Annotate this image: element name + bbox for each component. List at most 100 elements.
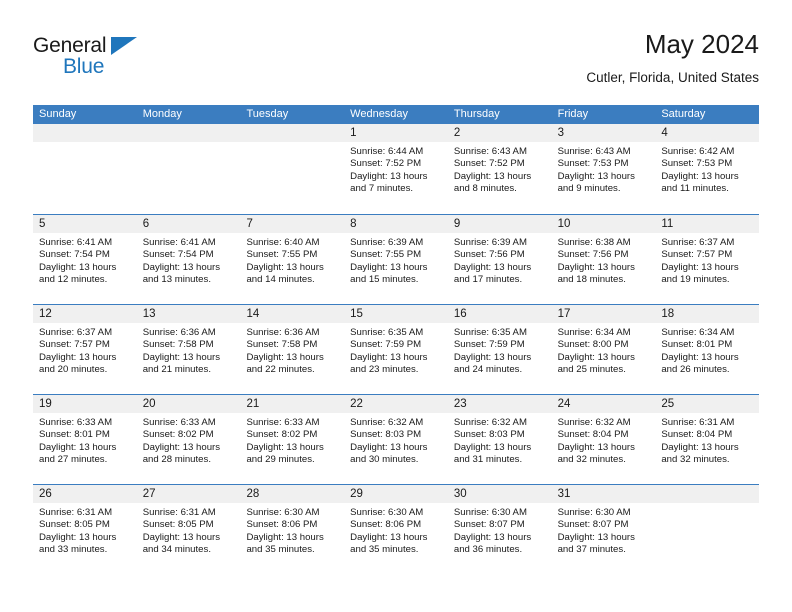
sunrise-text: Sunrise: 6:37 AM	[39, 327, 113, 338]
day-details: Sunrise: 6:40 AM Sunset: 7:55 PM Daylight:…	[240, 233, 344, 287]
calendar-day-cell[interactable]: 14 Sunrise: 6:36 AM Sunset: 7:58 PM Dayligh…	[240, 305, 345, 394]
calendar-day-cell[interactable]: 21 Sunrise: 6:33 AM Sunset: 8:02 PM Dayligh…	[240, 395, 345, 484]
calendar-day-cell[interactable]: 18 Sunrise: 6:34 AM Sunset: 8:01 PM Dayligh…	[655, 305, 760, 394]
daylight-text: Daylight: 13 hours and 28 minutes.	[142, 441, 221, 466]
calendar-day-cell[interactable]: 9 Sunrise: 6:39 AM Sunset: 7:56 PM Daylight…	[447, 215, 552, 304]
calendar-day-cell[interactable]: 27 Sunrise: 6:31 AM Sunset: 8:05 PM Dayligh…	[136, 485, 241, 574]
daylight-text: Daylight: 13 hours and 32 minutes.	[661, 441, 739, 466]
calendar-day-cell[interactable]: 29 Sunrise: 6:30 AM Sunset: 8:06 PM Dayligh…	[344, 485, 448, 574]
day-number: 18	[655, 305, 760, 323]
day-details: Sunrise: 6:31 AM Sunset: 8:05 PM Daylight:…	[137, 503, 241, 557]
sunset-text: Sunset: 7:52 PM	[350, 158, 422, 170]
daylight-text: Daylight: 13 hours and 8 minutes.	[453, 170, 532, 195]
sunset-text: Sunset: 8:03 PM	[350, 429, 422, 441]
sunset-text: Sunset: 8:01 PM	[39, 429, 110, 441]
sunrise-text: Sunrise: 6:32 AM	[453, 417, 527, 428]
day-number: 21	[240, 395, 345, 413]
calendar-day-cell[interactable]: 23 Sunrise: 6:32 AM Sunset: 8:03 PM Dayligh…	[447, 395, 552, 484]
sunset-text: Sunset: 8:02 PM	[246, 429, 318, 441]
day-details: Sunrise: 6:38 AM Sunset: 7:56 PM Daylight:…	[552, 233, 656, 287]
calendar-day-cell[interactable]: 24 Sunrise: 6:32 AM Sunset: 8:04 PM Dayligh…	[551, 395, 656, 484]
calendar-day-cell[interactable]: 28 Sunrise: 6:30 AM Sunset: 8:06 PM Dayligh…	[240, 485, 345, 574]
calendar-day-cell-empty	[240, 124, 345, 214]
day-number: 4	[655, 124, 760, 142]
day-number: 15	[344, 305, 448, 323]
daylight-text: Daylight: 13 hours and 7 minutes.	[350, 170, 428, 195]
calendar-weeks: 1 Sunrise: 6:44 AM Sunset: 7:52 PM Daylight…	[33, 124, 760, 574]
calendar-day-cell[interactable]: 12 Sunrise: 6:37 AM Sunset: 7:57 PM Dayligh…	[33, 305, 137, 394]
sunrise-text: Sunrise: 6:31 AM	[661, 417, 735, 428]
sunset-text: Sunset: 7:53 PM	[557, 158, 629, 170]
day-number: 27	[136, 485, 241, 503]
day-number: 12	[33, 305, 137, 323]
sunset-text: Sunset: 7:55 PM	[246, 249, 318, 261]
day-number: 5	[33, 215, 137, 233]
sunset-text: Sunset: 8:06 PM	[246, 519, 318, 531]
daylight-text: Daylight: 13 hours and 37 minutes.	[557, 531, 635, 556]
calendar-week-row: 5 Sunrise: 6:41 AM Sunset: 7:54 PM Daylight…	[33, 214, 760, 304]
day-details: Sunrise: 6:32 AM Sunset: 8:04 PM Daylight:…	[552, 413, 656, 467]
day-number: 16	[447, 305, 552, 323]
weekday-header-thursday: Thursday	[453, 108, 500, 120]
day-details: Sunrise: 6:35 AM Sunset: 7:59 PM Daylight:…	[448, 323, 552, 377]
daylight-text: Daylight: 13 hours and 30 minutes.	[350, 441, 428, 466]
general-blue-logo[interactable]: General Blue	[33, 34, 163, 88]
calendar-day-cell[interactable]: 7 Sunrise: 6:40 AM Sunset: 7:55 PM Daylight…	[240, 215, 345, 304]
sunset-text: Sunset: 7:55 PM	[350, 249, 422, 261]
day-number: 30	[447, 485, 552, 503]
sunrise-text: Sunrise: 6:41 AM	[142, 237, 216, 248]
calendar-day-cell[interactable]: 2 Sunrise: 6:43 AM Sunset: 7:52 PM Daylight…	[447, 124, 552, 214]
day-details: Sunrise: 6:33 AM Sunset: 8:02 PM Daylight:…	[137, 413, 241, 467]
sunset-text: Sunset: 8:05 PM	[39, 519, 110, 531]
daylight-text: Daylight: 13 hours and 12 minutes.	[39, 261, 117, 286]
calendar-day-cell[interactable]: 8 Sunrise: 6:39 AM Sunset: 7:55 PM Daylight…	[344, 215, 448, 304]
day-number	[136, 124, 241, 142]
calendar-day-cell[interactable]: 30 Sunrise: 6:30 AM Sunset: 8:07 PM Dayligh…	[447, 485, 552, 574]
calendar-day-cell[interactable]: 10 Sunrise: 6:38 AM Sunset: 7:56 PM Dayligh…	[551, 215, 656, 304]
day-details: Sunrise: 6:34 AM Sunset: 8:00 PM Daylight:…	[552, 323, 656, 377]
calendar-day-cell[interactable]: 1 Sunrise: 6:44 AM Sunset: 7:52 PM Daylight…	[344, 124, 448, 214]
calendar-day-cell[interactable]: 15 Sunrise: 6:35 AM Sunset: 7:59 PM Dayligh…	[344, 305, 448, 394]
day-number	[33, 124, 137, 142]
daylight-text: Daylight: 13 hours and 33 minutes.	[39, 531, 117, 556]
sunset-text: Sunset: 7:59 PM	[453, 339, 525, 351]
sunrise-text: Sunrise: 6:43 AM	[453, 146, 527, 157]
day-details: Sunrise: 6:41 AM Sunset: 7:54 PM Daylight:…	[33, 233, 137, 287]
day-number: 17	[551, 305, 656, 323]
day-number: 9	[447, 215, 552, 233]
calendar-day-cell[interactable]: 20 Sunrise: 6:33 AM Sunset: 8:02 PM Dayligh…	[136, 395, 241, 484]
sunset-text: Sunset: 8:04 PM	[557, 429, 629, 441]
daylight-text: Daylight: 13 hours and 36 minutes.	[453, 531, 532, 556]
day-details: Sunrise: 6:42 AM Sunset: 7:53 PM Daylight:…	[655, 142, 759, 196]
calendar-day-cell[interactable]: 22 Sunrise: 6:32 AM Sunset: 8:03 PM Dayligh…	[344, 395, 448, 484]
sunrise-text: Sunrise: 6:39 AM	[350, 237, 424, 248]
calendar-day-cell[interactable]: 31 Sunrise: 6:30 AM Sunset: 8:07 PM Dayligh…	[551, 485, 656, 574]
calendar-day-cell[interactable]: 6 Sunrise: 6:41 AM Sunset: 7:54 PM Daylight…	[136, 215, 241, 304]
calendar-day-cell[interactable]: 17 Sunrise: 6:34 AM Sunset: 8:00 PM Dayligh…	[551, 305, 656, 394]
page-title: May 2024	[644, 29, 759, 59]
sunrise-text: Sunrise: 6:41 AM	[39, 237, 113, 248]
day-details: Sunrise: 6:32 AM Sunset: 8:03 PM Daylight:…	[448, 413, 552, 467]
triangle-icon	[111, 37, 137, 55]
day-number: 26	[33, 485, 137, 503]
day-details: Sunrise: 6:30 AM Sunset: 8:06 PM Daylight:…	[240, 503, 344, 557]
sunrise-text: Sunrise: 6:30 AM	[246, 507, 320, 518]
calendar-day-cell[interactable]: 26 Sunrise: 6:31 AM Sunset: 8:05 PM Dayligh…	[33, 485, 137, 574]
calendar-day-cell[interactable]: 11 Sunrise: 6:37 AM Sunset: 7:57 PM Dayligh…	[655, 215, 760, 304]
calendar-day-cell[interactable]: 5 Sunrise: 6:41 AM Sunset: 7:54 PM Daylight…	[33, 215, 137, 304]
calendar-day-cell[interactable]: 3 Sunrise: 6:43 AM Sunset: 7:53 PM Daylight…	[551, 124, 656, 214]
day-number: 29	[344, 485, 448, 503]
sunset-text: Sunset: 7:52 PM	[453, 158, 525, 170]
sunset-text: Sunset: 7:56 PM	[453, 249, 525, 261]
calendar-day-cell[interactable]: 25 Sunrise: 6:31 AM Sunset: 8:04 PM Dayligh…	[655, 395, 760, 484]
sunrise-text: Sunrise: 6:31 AM	[39, 507, 113, 518]
day-details: Sunrise: 6:36 AM Sunset: 7:58 PM Daylight:…	[137, 323, 241, 377]
calendar-day-cell[interactable]: 19 Sunrise: 6:33 AM Sunset: 8:01 PM Dayligh…	[33, 395, 137, 484]
calendar-day-cell[interactable]: 4 Sunrise: 6:42 AM Sunset: 7:53 PM Daylight…	[655, 124, 760, 214]
daylight-text: Daylight: 13 hours and 22 minutes.	[246, 351, 324, 376]
calendar-day-cell[interactable]: 13 Sunrise: 6:36 AM Sunset: 7:58 PM Dayligh…	[136, 305, 241, 394]
sunrise-text: Sunrise: 6:33 AM	[246, 417, 320, 428]
calendar-day-cell[interactable]: 16 Sunrise: 6:35 AM Sunset: 7:59 PM Dayligh…	[447, 305, 552, 394]
day-number: 19	[33, 395, 137, 413]
daylight-text: Daylight: 13 hours and 18 minutes.	[557, 261, 635, 286]
